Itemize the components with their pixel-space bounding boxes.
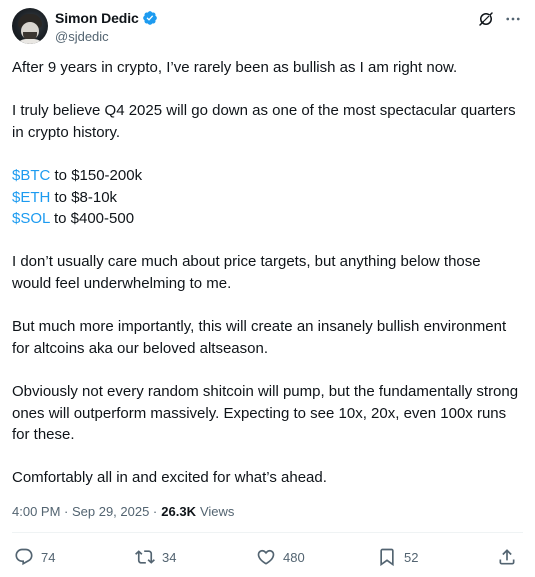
repost-button[interactable]: 34 (135, 545, 176, 569)
repost-icon (135, 547, 155, 567)
share-button[interactable] (497, 545, 517, 569)
tweet-meta: 4:00 PM · Sep 29, 2025 · 26.3K Views (12, 504, 234, 519)
price-target-text: to $150-200k (50, 166, 143, 184)
bookmark-icon (377, 547, 397, 567)
price-target-text: to $8-10k (50, 188, 118, 206)
handle[interactable]: @sjdedic (55, 29, 158, 44)
views-count: 26.3K (161, 504, 196, 519)
tweet-paragraph: I truly believe Q4 2025 will go down as … (12, 102, 516, 141)
price-target-text: to $400-500 (49, 210, 135, 228)
repost-count: 34 (162, 549, 177, 565)
reply-count: 74 (41, 549, 56, 565)
tweet-card: Simon Dedic @sjdedic After 9 years in cr… (0, 0, 535, 577)
price-target-line: $BTC to $150-200k (12, 165, 522, 187)
tweet-paragraph: Obviously not every random shitcoin will… (12, 382, 519, 444)
display-name-row: Simon Dedic (55, 9, 158, 27)
price-target-line: $SOL to $400-500 (12, 208, 522, 230)
cashtag-btc[interactable]: $BTC (12, 167, 50, 184)
reply-button[interactable]: 74 (14, 545, 55, 569)
tweet-paragraph: Comfortably all in and excited for what’… (12, 469, 327, 487)
cashtag-eth[interactable]: $ETH (12, 189, 50, 206)
tweet-text: After 9 years in crypto, I’ve rarely bee… (12, 57, 522, 489)
tweet-paragraph: After 9 years in crypto, I’ve rarely bee… (12, 59, 458, 76)
timestamp[interactable]: 4:00 PM · Sep 29, 2025 · (12, 504, 157, 519)
tweet-paragraph: But much more importantly, this will cre… (12, 318, 507, 357)
divider (12, 532, 523, 533)
display-name[interactable]: Simon Dedic (55, 10, 139, 26)
cashtag-sol[interactable]: $SOL (12, 210, 50, 227)
action-bar: 74 34 480 52 (0, 545, 535, 569)
price-target-line: $ETH to $8-10k (12, 187, 522, 209)
verified-badge-icon (142, 10, 158, 26)
tweet-paragraph: I don’t usually care much about price ta… (12, 253, 481, 292)
share-icon (497, 547, 517, 567)
like-button[interactable]: 480 (256, 545, 305, 569)
grok-icon[interactable] (476, 9, 496, 29)
author-info: Simon Dedic @sjdedic (55, 9, 158, 44)
like-count: 480 (283, 549, 305, 565)
avatar[interactable] (12, 8, 48, 44)
heart-icon (256, 547, 276, 567)
tweet-header: Simon Dedic @sjdedic (12, 8, 523, 46)
reply-icon (14, 547, 34, 567)
bookmark-button[interactable]: 52 (377, 545, 418, 569)
bookmark-count: 52 (404, 549, 419, 565)
more-icon[interactable] (503, 9, 523, 29)
views-label: Views (199, 504, 235, 519)
